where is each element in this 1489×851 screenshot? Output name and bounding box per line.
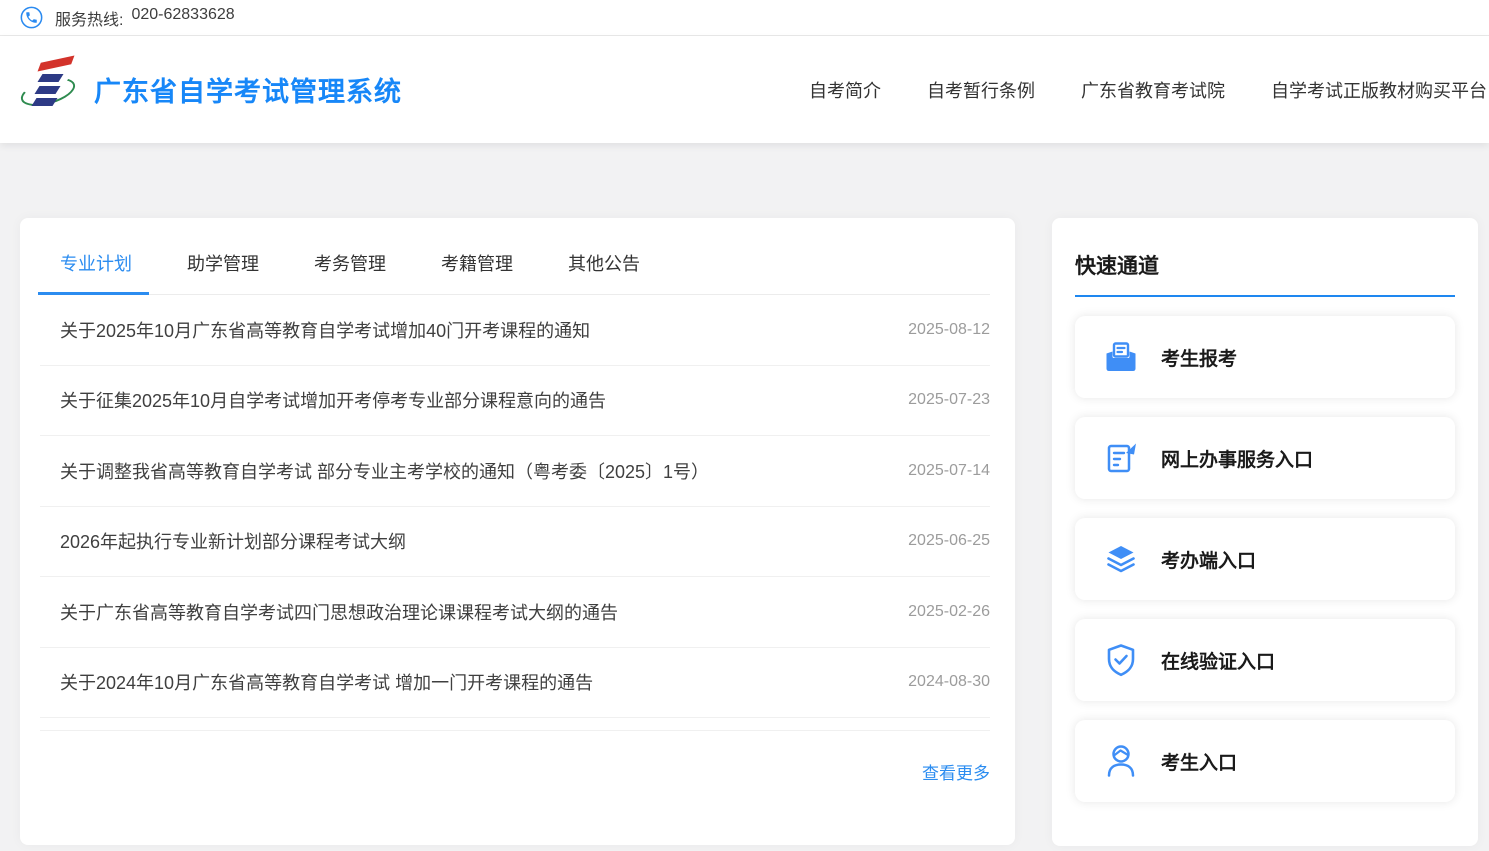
quick-item-online-services[interactable]: 网上办事服务入口 [1075,417,1455,499]
view-more-link[interactable]: 查看更多 [922,764,990,783]
hotline-number: 020-62833628 [131,6,234,30]
quick-item-online-verification[interactable]: 在线验证入口 [1075,619,1455,701]
main-nav: 自考简介 自考暂行条例 广东省教育考试院 自学考试正版教材购买平台 [809,77,1489,103]
nav-item-exam-authority[interactable]: 广东省教育考试院 [1081,77,1225,103]
notice-title[interactable]: 关于2025年10月广东省高等教育自学考试增加40门开考课程的通知 [60,317,590,343]
quick-access-underline [1075,295,1455,297]
notice-row[interactable]: 关于征集2025年10月自学考试增加开考停考专业部分课程意向的通告 2025-0… [40,366,990,437]
notice-title[interactable]: 2026年起执行专业新计划部分课程考试大纲 [60,528,406,554]
notice-tabs: 专业计划 助学管理 考务管理 考籍管理 其他公告 [60,218,990,295]
quick-item-candidate-registration[interactable]: 考生报考 [1075,316,1455,398]
quick-item-label: 在线验证入口 [1161,647,1275,674]
logo-navy-bar [32,98,58,106]
inbox-icon [1103,339,1139,375]
notice-title[interactable]: 关于广东省高等教育自学考试四门思想政治理论课课程考试大纲的通告 [60,599,618,625]
quick-access-title: 快速通道 [1075,250,1455,280]
logo-red-bar [38,55,75,71]
phone-icon [20,6,43,29]
nav-item-regulations[interactable]: 自考暂行条例 [927,77,1035,103]
shield-check-icon [1103,642,1139,678]
quick-item-label: 考生入口 [1161,748,1237,775]
user-icon [1103,743,1139,779]
quick-item-label: 网上办事服务入口 [1161,445,1313,472]
quick-item-label: 考生报考 [1161,344,1237,371]
quick-access-panel: 快速通道 考生报考 网上办事服务入口 考办端入口 [1052,218,1478,846]
site-logo [20,53,78,127]
notice-title[interactable]: 关于2024年10月广东省高等教育自学考试 增加一门开考课程的通告 [60,669,593,695]
notice-list: 关于2025年10月广东省高等教育自学考试增加40门开考课程的通知 2025-0… [40,295,990,731]
layers-icon [1103,541,1139,577]
notice-row[interactable]: 关于调整我省高等教育自学考试 部分专业主考学校的通知（粤考委〔2025〕1号） … [40,436,990,507]
hotline-bar: 服务热线: 020-62833628 [0,0,1489,36]
page-title: 广东省自学考试管理系统 [94,70,402,109]
notice-title[interactable]: 关于调整我省高等教育自学考试 部分专业主考学校的通知（粤考委〔2025〕1号） [60,458,709,484]
notice-panel: 专业计划 助学管理 考务管理 考籍管理 其他公告 关于2025年10月广东省高等… [20,218,1015,845]
quick-item-candidate-portal[interactable]: 考生入口 [1075,720,1455,802]
notice-date: 2025-08-12 [908,321,990,339]
notice-row[interactable]: 关于广东省高等教育自学考试四门思想政治理论课课程考试大纲的通告 2025-02-… [40,577,990,648]
site-header: 广东省自学考试管理系统 自考简介 自考暂行条例 广东省教育考试院 自学考试正版教… [0,36,1489,143]
nav-item-textbook-platform[interactable]: 自学考试正版教材购买平台 [1271,77,1487,103]
more-row: 查看更多 [40,731,990,784]
form-edit-icon [1103,440,1139,476]
tab-exam-records[interactable]: 考籍管理 [441,250,513,294]
notice-row[interactable]: 关于2024年10月广东省高等教育自学考试 增加一门开考课程的通告 2024-0… [40,648,990,719]
hotline-label: 服务热线: [55,6,123,30]
notice-date: 2025-07-14 [908,462,990,480]
tab-major-plans[interactable]: 专业计划 [60,250,132,294]
notice-row[interactable]: 关于2025年10月广东省高等教育自学考试增加40门开考课程的通知 2025-0… [40,295,990,366]
notice-date: 2025-02-26 [908,603,990,621]
notice-title[interactable]: 关于征集2025年10月自学考试增加开考停考专业部分课程意向的通告 [60,387,606,413]
tab-study-support[interactable]: 助学管理 [187,250,259,294]
nav-item-intro[interactable]: 自考简介 [809,77,881,103]
list-divider [40,718,990,731]
notice-row[interactable]: 2026年起执行专业新计划部分课程考试大纲 2025-06-25 [40,507,990,578]
tab-other-notices[interactable]: 其他公告 [568,250,640,294]
notice-date: 2025-07-23 [908,391,990,409]
notice-date: 2024-08-30 [908,673,990,691]
quick-item-exam-office-portal[interactable]: 考办端入口 [1075,518,1455,600]
notice-date: 2025-06-25 [908,532,990,550]
tab-exam-affairs[interactable]: 考务管理 [314,250,386,294]
quick-item-label: 考办端入口 [1161,546,1256,573]
